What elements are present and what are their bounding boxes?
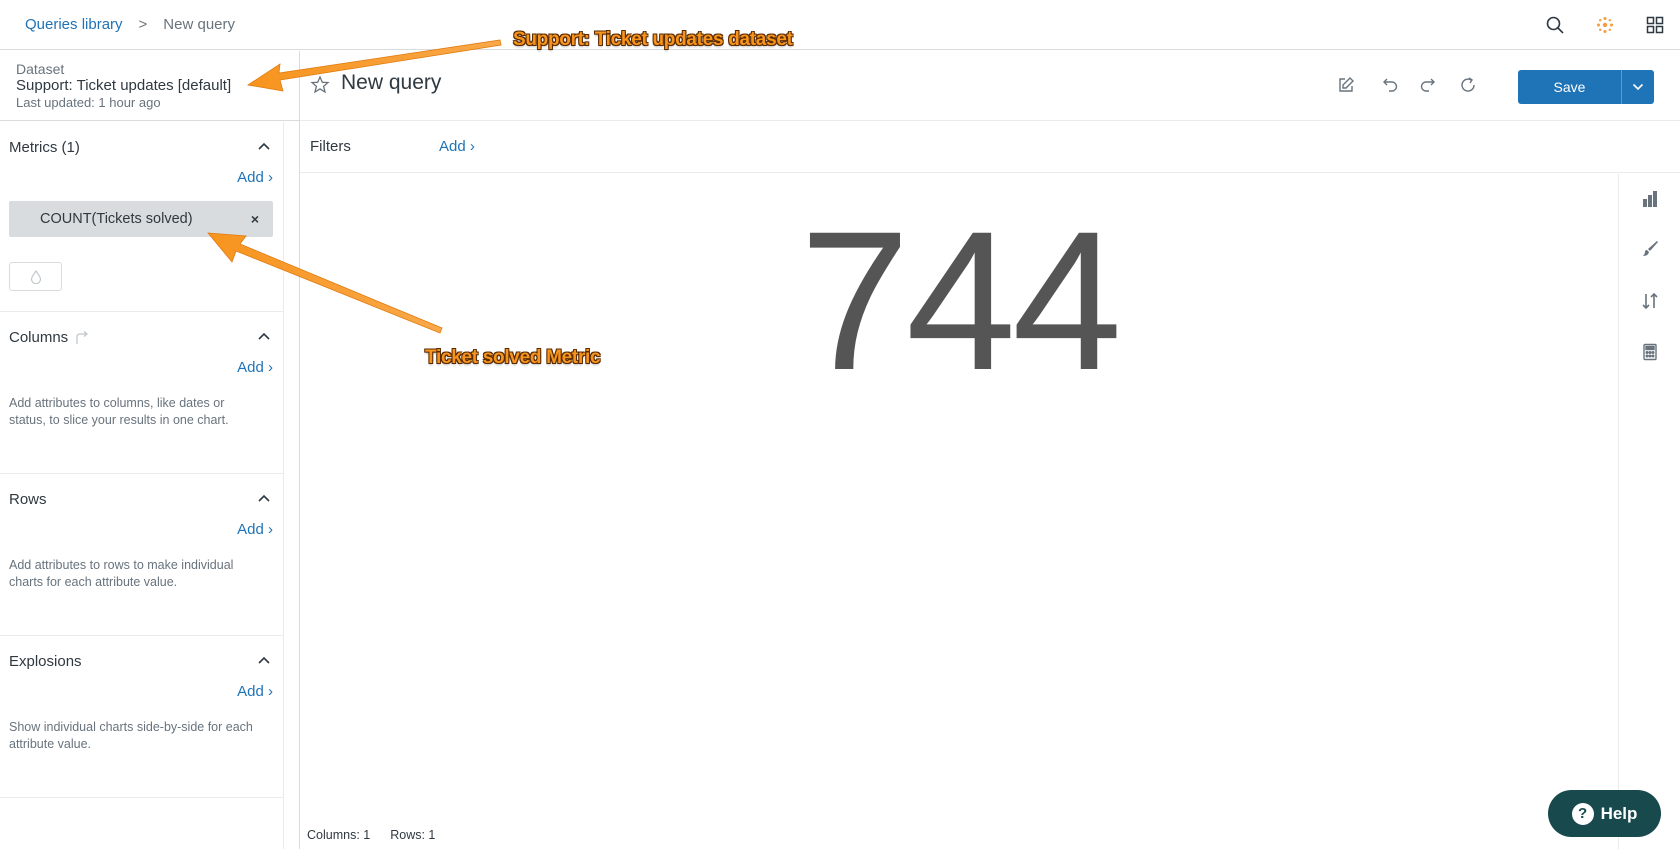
chart-icon[interactable]	[1638, 187, 1662, 211]
left-panel: Dataset Support: Ticket updates [default…	[0, 51, 300, 849]
top-icons	[1530, 0, 1680, 50]
drop-icon	[30, 269, 41, 284]
refresh-icon[interactable]	[1456, 73, 1480, 97]
metrics-title-text: Metrics (1)	[9, 139, 80, 156]
help-label: Help	[1600, 803, 1638, 823]
explosions-add-link[interactable]: Add ›	[237, 683, 273, 700]
rows-add-link[interactable]: Add ›	[237, 521, 273, 538]
result-area: 744	[300, 174, 1618, 814]
explosions-title: Explosions	[9, 653, 82, 670]
metrics-add-link[interactable]: Add ›	[237, 169, 273, 186]
explosions-section: Explosions Add › Show individual charts …	[0, 636, 283, 798]
drop-icon-button[interactable]	[9, 262, 62, 291]
columns-count: Columns: 1	[307, 828, 371, 842]
grid-icon[interactable]	[1630, 0, 1680, 50]
annotation-metric-label: Ticket solved Metric	[425, 347, 601, 368]
explosions-title-text: Explosions	[9, 653, 82, 670]
calculator-icon[interactable]	[1638, 340, 1662, 364]
query-title[interactable]: New query	[341, 71, 441, 95]
swap-icon[interactable]	[74, 330, 90, 345]
star-icon[interactable]	[310, 75, 330, 95]
chevron-up-icon[interactable]	[257, 140, 271, 152]
apps-dot-icon[interactable]	[1580, 0, 1630, 50]
columns-section: Columns Add › Add attributes to columns,…	[0, 312, 283, 474]
columns-help-text: Add attributes to columns, like dates or…	[9, 396, 229, 427]
chevron-up-icon[interactable]	[257, 654, 271, 666]
sort-icon[interactable]	[1638, 289, 1662, 313]
chevron-up-icon[interactable]	[257, 492, 271, 504]
rows-section: Rows Add › Add attributes to rows to mak…	[0, 474, 283, 636]
explosions-help-text: Show individual charts side-by-side for …	[9, 720, 253, 751]
chevron-down-icon	[1632, 83, 1644, 91]
footer-stats: Columns: 1 Rows: 1	[307, 828, 435, 842]
rows-count: Rows: 1	[390, 828, 436, 842]
save-button-group: Save	[1518, 70, 1654, 104]
help-icon: ?	[1571, 802, 1594, 825]
rows-title-text: Rows	[9, 491, 47, 508]
save-button[interactable]: Save	[1518, 70, 1621, 104]
dataset-updated: Last updated: 1 hour ago	[16, 95, 161, 110]
undo-icon[interactable]	[1378, 73, 1402, 97]
search-icon[interactable]	[1530, 0, 1580, 50]
query-header: New query Save	[300, 51, 1680, 121]
chevron-up-icon[interactable]	[257, 330, 271, 342]
help-button[interactable]: ? Help	[1548, 790, 1661, 837]
save-dropdown-button[interactable]	[1621, 70, 1654, 104]
metric-label: COUNT(Tickets solved)	[40, 211, 193, 227]
metrics-section: Metrics (1) Add › COUNT(Tickets solved) …	[0, 122, 283, 312]
filters-label: Filters	[310, 138, 351, 155]
result-value: 744	[799, 190, 1122, 411]
dataset-label: Dataset	[16, 61, 65, 77]
columns-title: Columns	[9, 329, 90, 346]
right-rail	[1618, 174, 1680, 849]
breadcrumb-separator: >	[138, 16, 148, 33]
rows-help-text: Add attributes to rows to make individua…	[9, 558, 234, 589]
rows-title: Rows	[9, 491, 47, 508]
metrics-title: Metrics (1)	[9, 139, 80, 156]
dataset-selector[interactable]: Dataset Support: Ticket updates [default…	[0, 51, 299, 121]
dataset-name: Support: Ticket updates [default]	[16, 77, 232, 94]
brush-icon[interactable]	[1638, 237, 1662, 261]
query-sections: Metrics (1) Add › COUNT(Tickets solved) …	[0, 122, 284, 849]
columns-add-link[interactable]: Add ›	[237, 359, 273, 376]
columns-title-text: Columns	[9, 329, 69, 346]
top-bar: Queries library > New query	[0, 0, 1680, 50]
breadcrumb-current: New query	[163, 16, 235, 33]
close-icon[interactable]: ×	[251, 211, 259, 227]
filters-bar: Filters Add ›	[300, 121, 1680, 173]
breadcrumb-queries-library-link[interactable]: Queries library	[25, 16, 123, 33]
redo-icon[interactable]	[1416, 73, 1440, 97]
annotation-dataset-label: Support: Ticket updates dataset	[513, 29, 793, 50]
metric-pill[interactable]: COUNT(Tickets solved) ×	[9, 201, 273, 237]
filters-add-link[interactable]: Add ›	[439, 138, 475, 155]
breadcrumb: Queries library > New query	[25, 16, 235, 33]
edit-icon[interactable]	[1334, 73, 1358, 97]
